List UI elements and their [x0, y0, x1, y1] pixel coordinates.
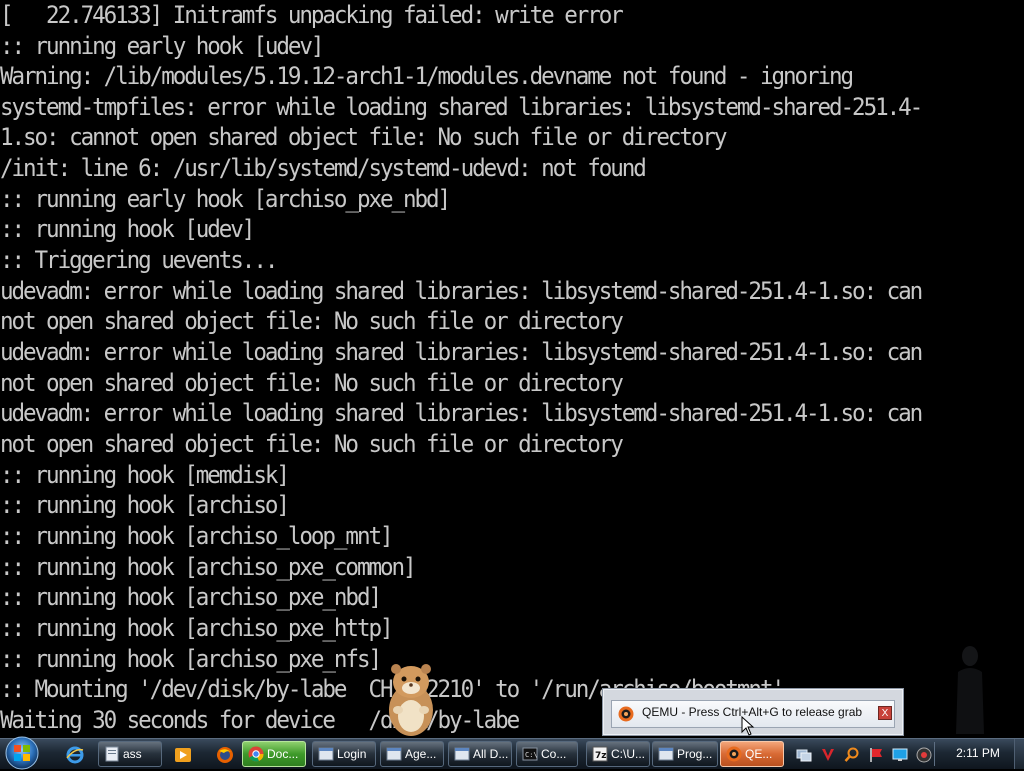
console-line: :: running hook [memdisk] [0, 461, 290, 489]
taskbar-button-label: Co... [541, 747, 567, 761]
window-icon [658, 747, 674, 761]
console-line: :: running hook [archiso_pxe_http] [0, 614, 394, 642]
antivirus-icon[interactable] [820, 747, 836, 763]
taskbar-button-all-d[interactable]: All D... [448, 741, 512, 767]
taskbar-button-qemu[interactable]: QE... [720, 741, 784, 767]
qemu-icon [726, 746, 742, 762]
taskbar-button-label: All D... [473, 747, 509, 761]
console-line: /init: line 6: /usr/lib/systemd/systemd-… [0, 154, 647, 182]
close-icon[interactable]: X [878, 706, 892, 720]
taskbar-button-doc[interactable]: Doc... [242, 741, 306, 767]
taskbar-button-7zip[interactable]: 7z C:\U... [586, 741, 650, 767]
console-line: udevadm: error while loading shared libr… [0, 399, 923, 427]
console-line: :: running hook [udev] [0, 215, 255, 243]
window-icon [454, 747, 470, 761]
taskbar-button-label: QE... [745, 747, 773, 761]
window-icon [318, 747, 334, 761]
firefox-icon[interactable] [216, 746, 234, 764]
console-line: Warning: /lib/modules/5.19.12-arch1-1/mo… [0, 62, 854, 90]
taskbar-button-login[interactable]: Login [312, 741, 376, 767]
console-line: [ 22.746133] Initramfs unpacking failed:… [0, 1, 624, 29]
windows-start-orb[interactable] [2, 735, 42, 771]
taskbar: ass Doc... Login Age... All D... C:\ Co.… [0, 735, 1024, 771]
show-desktop-button[interactable] [1014, 739, 1024, 769]
internet-explorer-icon[interactable] [66, 746, 84, 764]
mouse-cursor-icon [741, 716, 755, 736]
volume-icon[interactable] [916, 747, 932, 763]
console-line: :: running hook [archiso_pxe_common] [0, 553, 417, 581]
qemu-console[interactable]: [ 22.746133] Initramfs unpacking failed:… [0, 0, 1024, 738]
console-icon: C:\ [522, 747, 538, 761]
qemu-icon [618, 706, 634, 722]
taskbar-button-age[interactable]: Age... [380, 741, 444, 767]
console-line: udevadm: error while loading shared libr… [0, 277, 923, 305]
document-icon [105, 746, 119, 762]
taskbar-button-ass[interactable]: ass [98, 741, 162, 767]
console-line: Waiting 30 seconds for device /disk/by-l… [0, 706, 520, 734]
taskbar-clock[interactable]: 2:11 PM [938, 746, 1018, 760]
svg-text:7z: 7z [595, 751, 607, 761]
taskbar-button-label: C:\U... [611, 747, 646, 761]
hamster-desktop-pet[interactable] [382, 660, 440, 738]
taskbar-button-label: Doc... [267, 747, 299, 761]
svg-text:C:\: C:\ [525, 751, 538, 759]
console-line: :: running hook [archiso] [0, 491, 290, 519]
console-line: not open shared object file: No such fil… [0, 430, 624, 458]
display-icon[interactable] [892, 747, 908, 763]
tray-separator [934, 742, 935, 766]
chrome-icon [248, 746, 264, 762]
media-player-icon[interactable] [174, 746, 192, 764]
console-line: systemd-tmpfiles: error while loading sh… [0, 93, 923, 121]
console-line: :: running early hook [udev] [0, 32, 324, 60]
ghost-figure-overlay [956, 646, 984, 734]
7zip-icon: 7z [592, 746, 608, 762]
network-icon[interactable] [796, 747, 812, 763]
taskbar-button-label: Prog... [677, 747, 713, 761]
console-line: :: running hook [archiso_loop_mnt] [0, 522, 394, 550]
search-icon[interactable] [844, 747, 860, 763]
flag-icon[interactable] [868, 747, 884, 763]
console-line: not open shared object file: No such fil… [0, 307, 624, 335]
console-line: udevadm: error while loading shared libr… [0, 338, 923, 366]
console-line: :: running hook [archiso_pxe_nfs] [0, 645, 382, 673]
window-icon [386, 747, 402, 761]
taskbar-button-label: ass [123, 747, 142, 761]
taskbar-button-console[interactable]: C:\ Co... [516, 741, 578, 767]
taskbar-button-prog[interactable]: Prog... [652, 741, 718, 767]
console-line: :: running early hook [archiso_pxe_nbd] [0, 185, 451, 213]
taskbar-button-label: Login [337, 747, 367, 761]
console-line: not open shared object file: No such fil… [0, 369, 624, 397]
console-line: :: running hook [archiso_pxe_nbd] [0, 583, 382, 611]
console-line: 1.so: cannot open shared object file: No… [0, 123, 727, 151]
console-line: :: Triggering uevents... [0, 246, 278, 274]
taskbar-button-label: Age... [405, 747, 437, 761]
